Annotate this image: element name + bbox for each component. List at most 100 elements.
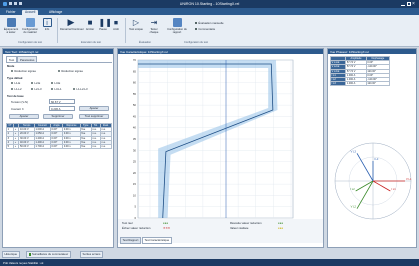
fault-type-l3e[interactable]: L3-E <box>51 81 60 85</box>
y-tick-label: 10 <box>133 193 137 197</box>
table-cell: I L3 <box>329 81 347 87</box>
pause-button[interactable]: ❚❚ Pause <box>97 18 112 31</box>
add-button-top[interactable]: Ajouter <box>79 106 109 111</box>
tab-history[interactable]: Historique <box>2 251 20 258</box>
voltage-field[interactable]: 60.67 V <box>49 99 75 104</box>
ribbon: Équipement à tester Configuration du mat… <box>0 15 419 47</box>
equipment-button[interactable]: Équipement à tester <box>3 18 19 34</box>
stop-button[interactable]: ■ Arrêter <box>84 18 96 31</box>
pause-label: Pause <box>99 28 107 31</box>
tab-screen-outputs[interactable]: Sorties écrans <box>80 251 103 258</box>
phasor-vectors: V L1 V L2 V L3 I L1 I L2 I L3 <box>350 149 412 209</box>
delete-all-button[interactable]: Tout supprimer <box>79 114 109 119</box>
table-row[interactable]: 5 +50.00 V 1.700 A 0.00° 0.00 s fixe n.a. n.a. <box>5 143 113 150</box>
hardware-config-button[interactable]: Configuration du matériel <box>21 18 39 34</box>
info-icon: i <box>42 18 52 27</box>
manual-eval-label: Évaluation manuelle <box>198 21 224 25</box>
mode-option-label: Réduction signée <box>14 69 37 73</box>
mode-option-1[interactable]: Réduction signée <box>11 69 36 73</box>
fault-type-l1l2[interactable]: L1-L2 <box>11 87 22 91</box>
phasor-vector <box>356 153 374 182</box>
fault-type-label: L1-L2-L3 <box>76 87 88 91</box>
table-cell: 0.00° <box>49 143 64 150</box>
close-icon[interactable]: × <box>412 1 417 7</box>
report-config-label: Configuration du rapport <box>167 28 187 34</box>
fault-type-l1e[interactable]: L1-E <box>11 81 20 85</box>
test-each-button[interactable]: ⇥ Tester chaque <box>146 18 162 34</box>
test-tool-panel: Test Tool: 10StartingX.rel Test Paramètr… <box>2 48 114 248</box>
tab-test-report[interactable]: Test Rapport <box>120 237 141 244</box>
group-label: Évaluation <box>138 41 152 44</box>
single-test-button[interactable]: ▷ Test unique <box>128 18 144 31</box>
fault-type-label: L3-L1 <box>54 87 62 91</box>
current-label: Courant I> <box>11 107 25 111</box>
phasor-table: Amplitude Déphasage V L1-E 57.74 V 0.00° V L… <box>329 55 391 87</box>
comment-check[interactable]: Commentaire <box>195 27 215 31</box>
phasor-label: I L2 <box>350 187 355 191</box>
test-title: Test de base <box>7 94 24 98</box>
y-tick-labels: 7065605550454035302520151050 <box>133 58 137 220</box>
y-tick-label: 30 <box>133 148 137 152</box>
legend-marks: ✕✕✕ <box>163 226 171 230</box>
phasor-label: V L1 <box>406 177 412 181</box>
status-dot-icon <box>28 253 31 256</box>
start-button[interactable]: ▶ Démarrer/Continuer <box>60 18 84 32</box>
fault-type-l2l3[interactable]: L2-L3 <box>31 87 42 91</box>
mode-title: Mode <box>7 64 15 68</box>
fault-type-title: Type défaut <box>7 76 23 80</box>
report-config-button[interactable]: Configuration du rapport <box>166 18 188 34</box>
phasor-vector <box>372 180 391 192</box>
ribbon-separator <box>57 18 58 43</box>
maximize-icon[interactable] <box>407 1 411 6</box>
fault-type-label: L2-L3 <box>34 87 42 91</box>
status-bar: Prêt Valeurs reçues Stabilité : ok <box>0 259 419 266</box>
voltage-label: Tension (V-N) <box>11 100 28 104</box>
mode-option-label: Réduction signée <box>61 69 84 73</box>
phasor-label: V L2 <box>351 205 357 209</box>
info-button[interactable]: i Info <box>41 18 53 31</box>
equipment-icon <box>6 18 16 27</box>
mode-option-2[interactable]: Réduction signée <box>58 69 83 73</box>
delete-button[interactable]: Supprimer <box>43 114 73 119</box>
legend-label: Réussite valeur réduction <box>230 221 262 225</box>
y-tick-label: 65 <box>133 69 137 73</box>
table-cell: 120.00° <box>365 81 391 87</box>
minimize-icon[interactable] <box>401 2 405 6</box>
halt-button[interactable]: ⏹ Arrêt <box>110 18 122 31</box>
manual-eval-check[interactable]: Évaluation manuelle <box>195 21 224 25</box>
phasor-diagram: V L1 V L2 V L3 I L1 I L2 I L3 <box>334 142 412 220</box>
panel-title: Test Tool: 10StartingX.rel <box>3 49 113 54</box>
comment-label: Commentaire <box>198 27 216 31</box>
table-cell: 1.700 A <box>33 143 51 150</box>
tab-switch-monitoring-label: Surveillance du commutateur <box>32 252 69 257</box>
config-icon <box>25 18 35 27</box>
title-bar: UNIRON 10.Starting - 10StartingX.rel × <box>0 0 419 8</box>
fault-type-l1l2l3[interactable]: L1-L2-L3 <box>73 87 88 91</box>
fault-type-l3l1[interactable]: L3-L1 <box>51 87 62 91</box>
fault-type-label: L2-E <box>34 81 41 85</box>
tab-test-characteristic[interactable]: Test Caractéristique <box>142 237 172 244</box>
group-label: Exécution du test <box>81 41 101 44</box>
add-button[interactable]: Ajouter <box>9 114 39 119</box>
table-cell: n.a. <box>90 143 101 150</box>
table-cell: 5 <box>5 143 15 150</box>
fault-type-l2e[interactable]: L2-E <box>31 81 40 85</box>
phasor-label: V L3 <box>351 149 357 153</box>
tab-divider <box>6 62 112 63</box>
y-tick-label: 45 <box>133 114 137 118</box>
hardware-config-label: Configuration du matériel <box>22 28 38 34</box>
group-label: Configuration de test <box>18 41 42 44</box>
tab-switch-monitoring[interactable]: Surveillance du commutateur <box>26 251 71 258</box>
phasor-panel: Vue Phaseur: 10StartingX.rel Amplitude Dé… <box>327 48 417 248</box>
phasor-label: I L3 <box>374 157 379 161</box>
fault-type-label: L3-E <box>54 81 61 85</box>
table-cell: n.a. <box>99 143 113 150</box>
bottom-tabs: Historique Surveillance du commutateur S… <box>2 250 202 258</box>
y-tick-label: 25 <box>133 160 137 164</box>
y-tick-label: 40 <box>133 126 137 130</box>
window-title: UNIRON 10.Starting - 10StartingX.rel <box>179 1 240 6</box>
panel-title: Vue Phaseur: 10StartingX.rel <box>328 49 416 54</box>
stop-icon: ■ <box>87 18 93 27</box>
current-field[interactable]: 0.230 A <box>49 106 75 111</box>
legend-label: Échec valeur réduction <box>122 226 151 230</box>
